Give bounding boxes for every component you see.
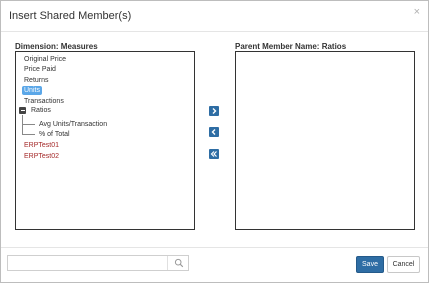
- parent-member-label: Parent Member Name: Ratios: [235, 42, 347, 51]
- save-button[interactable]: Save: [356, 256, 384, 273]
- remove-all-members-button[interactable]: [209, 149, 219, 159]
- chevron-right-icon: [212, 108, 217, 114]
- remove-member-button[interactable]: [209, 127, 219, 137]
- tree-item-returns[interactable]: Returns: [24, 76, 49, 85]
- tree-item-pct-of-total[interactable]: % of Total: [39, 130, 70, 139]
- cancel-button[interactable]: Cancel: [387, 256, 420, 273]
- tree-item-original-price[interactable]: Original Price: [24, 55, 66, 64]
- dimension-label: Dimension: Measures: [15, 42, 98, 51]
- member-tree: Original Price Price Paid Returns Units …: [16, 52, 194, 229]
- close-icon[interactable]: ×: [414, 7, 420, 18]
- dialog-title: Insert Shared Member(s): [9, 10, 132, 22]
- header-divider: [1, 31, 428, 32]
- search-separator: [167, 256, 168, 270]
- tree-connector: [22, 134, 35, 135]
- search-icon[interactable]: [174, 258, 184, 268]
- search-input[interactable]: [10, 257, 160, 269]
- tree-connector: [22, 124, 35, 125]
- insert-shared-member-dialog: Insert Shared Member(s) × Dimension: Mea…: [0, 0, 429, 283]
- add-member-button[interactable]: [209, 106, 219, 116]
- tree-item-avg-units-transaction[interactable]: Avg Units/Transaction: [39, 120, 107, 129]
- chevron-left-icon: [211, 129, 216, 135]
- tree-item-price-paid[interactable]: Price Paid: [24, 65, 56, 74]
- collapse-icon[interactable]: [19, 107, 26, 114]
- tree-item-erptest01[interactable]: ERPTest01: [24, 141, 59, 150]
- footer-divider: [1, 247, 428, 248]
- search-box: [7, 255, 189, 271]
- selected-members-panel[interactable]: [235, 51, 415, 230]
- tree-item-units[interactable]: Units: [22, 86, 42, 95]
- dimension-tree-panel[interactable]: Original Price Price Paid Returns Units …: [15, 51, 195, 230]
- tree-item-erptest02[interactable]: ERPTest02: [24, 152, 59, 161]
- double-chevron-left-icon: [210, 151, 217, 157]
- tree-item-ratios[interactable]: Ratios: [31, 106, 51, 115]
- tree-item-transactions[interactable]: Transactions: [24, 97, 64, 106]
